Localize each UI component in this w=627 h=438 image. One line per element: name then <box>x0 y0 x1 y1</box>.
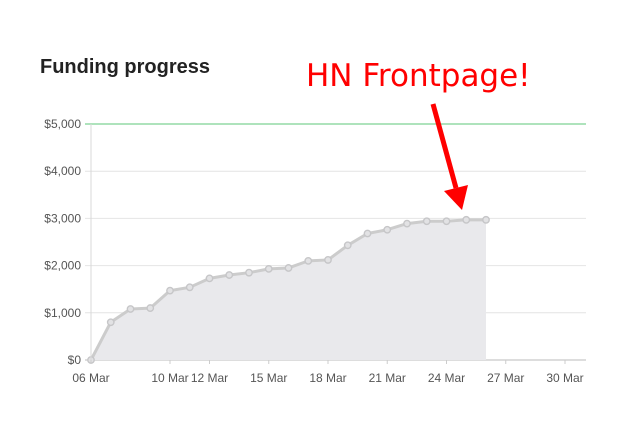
arrow-shaft <box>430 103 459 189</box>
data-point <box>225 271 234 279</box>
x-tick-label: 12 Mar <box>191 371 228 385</box>
data-point <box>106 318 115 327</box>
x-tick-label: 30 Mar <box>546 371 583 385</box>
y-tick-label: $0 <box>68 353 82 367</box>
data-point <box>185 283 194 292</box>
x-tick-label: 18 Mar <box>309 371 346 385</box>
area-fill-layer <box>91 219 486 360</box>
data-point <box>284 264 293 272</box>
data-point <box>205 274 214 283</box>
data-point <box>126 305 135 313</box>
x-tick-label: 10 Mar <box>151 371 188 385</box>
x-tick-label: 24 Mar <box>428 371 465 385</box>
y-tick-label: $4,000 <box>44 164 81 178</box>
data-point <box>383 225 392 234</box>
funding-chart: $0 $1,000 $2,000 $3,000 $4,000 $5,000 06 Mar 10… <box>44 103 586 385</box>
data-point <box>462 215 471 224</box>
x-tick-label: 15 Mar <box>250 371 287 385</box>
series-area <box>91 219 486 360</box>
data-point <box>482 215 490 224</box>
data-point <box>442 217 451 226</box>
data-point <box>403 219 411 228</box>
data-point <box>343 241 352 250</box>
data-point <box>363 229 372 238</box>
annotation-arrow <box>430 103 468 210</box>
data-point <box>245 268 253 277</box>
x-tick-label: 06 Mar <box>72 371 109 385</box>
data-point <box>304 256 313 265</box>
y-tick-label: $2,000 <box>44 259 81 273</box>
data-point <box>264 265 273 273</box>
data-point <box>324 256 332 264</box>
x-tick-label: 27 Mar <box>487 371 524 385</box>
arrow-head <box>444 185 468 210</box>
y-tick-label: $1,000 <box>44 306 81 320</box>
data-point <box>166 286 174 295</box>
data-point <box>422 217 431 226</box>
y-tick-label: $5,000 <box>44 117 81 131</box>
data-point <box>146 304 155 312</box>
x-tick-label: 21 Mar <box>369 371 406 385</box>
y-tick-label: $3,000 <box>44 211 81 225</box>
